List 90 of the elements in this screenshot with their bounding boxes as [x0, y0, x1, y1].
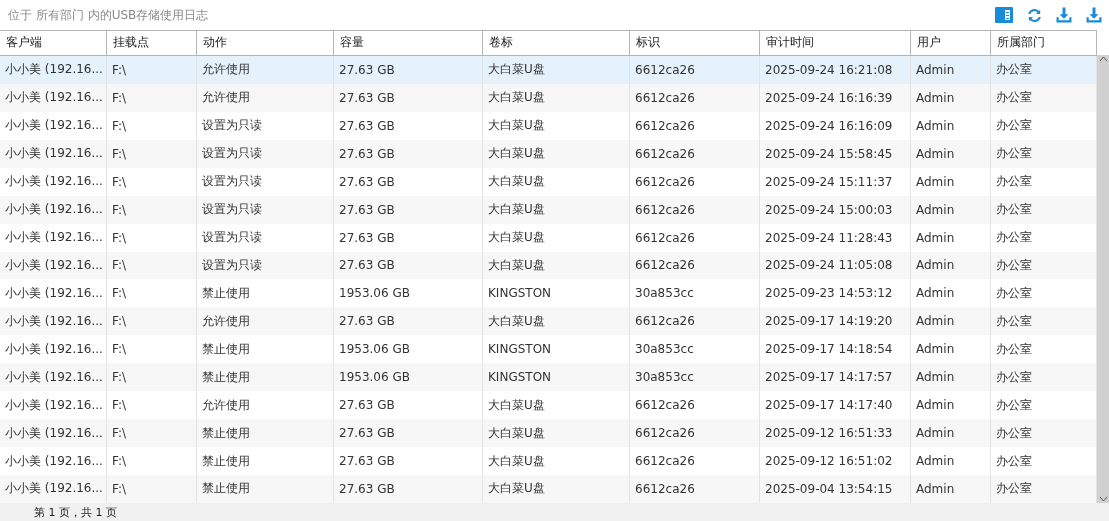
table-cell: 27.63 GB [334, 111, 483, 140]
table-cell: 27.63 GB [334, 55, 483, 84]
table-cell: 6612ca26 [630, 475, 760, 503]
table-cell: 大白菜U盘 [483, 167, 630, 196]
table-row[interactable]: 小小美 (192.16... F:\ 设置为只读 27.63 GB 大白菜U盘 6612ca26 2025-09-24 11:05:08 Admin 办公室 [0, 251, 1097, 280]
table-cell: 27.63 GB [334, 195, 483, 224]
column-header[interactable]: 标识 [630, 31, 760, 55]
table-cell: 小小美 (192.16... [0, 195, 107, 224]
panel-icon [995, 7, 1013, 23]
table-cell: 2025-09-24 15:58:45 [760, 139, 911, 168]
column-header[interactable]: 所属部门 [991, 31, 1097, 55]
download-icon [1085, 6, 1103, 24]
table-cell: 2025-09-04 13:54:15 [760, 475, 911, 503]
column-header[interactable]: 用户 [911, 31, 991, 55]
table-row[interactable]: 小小美 (192.16... F:\ 允许使用 27.63 GB 大白菜U盘 6612ca26 2025-09-17 14:19:20 Admin 办公室 [0, 307, 1097, 336]
column-header[interactable]: 容量 [334, 31, 483, 55]
table-cell: Admin [911, 83, 991, 112]
table-cell: Admin [911, 195, 991, 224]
table-cell: 27.63 GB [334, 139, 483, 168]
table-cell: 小小美 (192.16... [0, 139, 107, 168]
table-cell: 小小美 (192.16... [0, 83, 107, 112]
column-header[interactable]: 客户端 [0, 31, 107, 55]
table-cell: 27.63 GB [334, 223, 483, 252]
table-row[interactable]: 小小美 (192.16... F:\ 设置为只读 27.63 GB 大白菜U盘 6612ca26 2025-09-24 15:00:03 Admin 办公室 [0, 195, 1097, 224]
table-cell: 大白菜U盘 [483, 83, 630, 112]
page-title: 位于 所有部门 内的USB存储使用日志 [8, 6, 209, 24]
table-cell: 6612ca26 [630, 83, 760, 112]
table-cell: 大白菜U盘 [483, 195, 630, 224]
table-cell: F:\ [107, 111, 197, 140]
table-cell: 大白菜U盘 [483, 475, 630, 503]
table-cell: 设置为只读 [197, 139, 334, 168]
table-cell: 允许使用 [197, 55, 334, 84]
table-cell: 设置为只读 [197, 195, 334, 224]
page-info: 第 1 页，共 1 页 [34, 504, 117, 520]
table-cell: Admin [911, 111, 991, 140]
table-cell: 2025-09-24 16:16:39 [760, 83, 911, 112]
table-cell: 设置为只读 [197, 167, 334, 196]
table-cell: 设置为只读 [197, 111, 334, 140]
table-cell: F:\ [107, 83, 197, 112]
table-cell: Admin [911, 475, 991, 503]
table-cell: 2025-09-24 15:00:03 [760, 195, 911, 224]
table-cell: F:\ [107, 195, 197, 224]
table-cell: Admin [911, 139, 991, 168]
table-cell: 6612ca26 [630, 111, 760, 140]
table-cell: 27.63 GB [334, 475, 483, 503]
table-cell: 2025-09-24 11:28:43 [760, 223, 911, 252]
table-cell: 大白菜U盘 [483, 111, 630, 140]
table-row[interactable]: 小小美 (192.16... F:\ 允许使用 27.63 GB 大白菜U盘 6612ca26 2025-09-24 16:21:08 Admin 办公室 [0, 55, 1097, 84]
table-cell: Admin [911, 223, 991, 252]
table-cell: 6612ca26 [630, 167, 760, 196]
table-cell: 6612ca26 [630, 55, 760, 84]
table-cell: 小小美 (192.16... [0, 167, 107, 196]
table-cell: F:\ [107, 55, 197, 84]
table-row[interactable]: 小小美 (192.16... F:\ 允许使用 27.63 GB 大白菜U盘 6612ca26 2025-09-24 16:16:39 Admin 办公室 [0, 83, 1097, 112]
table-cell: 小小美 (192.16... [0, 55, 107, 84]
table-cell: 设置为只读 [197, 223, 334, 252]
table-cell: F:\ [107, 167, 197, 196]
download-icon [1055, 6, 1073, 24]
table-cell: 27.63 GB [334, 83, 483, 112]
refresh-icon [1025, 6, 1043, 24]
table-cell: 6612ca26 [630, 223, 760, 252]
table-cell: F:\ [107, 139, 197, 168]
table-row[interactable]: 小小美 (192.16... F:\ 禁止使用 27.63 GB 大白菜U盘 6612ca26 2025-09-12 16:51:33 Admin 办公室 [0, 419, 1097, 448]
table-cell: F:\ [107, 475, 197, 503]
table-row[interactable]: 小小美 (192.16... F:\ 禁止使用 1953.06 GB KINGSTON 30a853cc 2025-09-17 14:17:57 Admin 办公室 [0, 363, 1097, 392]
table-cell: F:\ [107, 223, 197, 252]
table-cell: 6612ca26 [630, 139, 760, 168]
table-row[interactable]: 小小美 (192.16... F:\ 禁止使用 27.63 GB 大白菜U盘 6612ca26 2025-09-04 13:54:15 Admin 办公室 [0, 475, 1097, 503]
table-cell: 小小美 (192.16... [0, 111, 107, 140]
scrollbar[interactable] [1097, 55, 1109, 503]
table-cell: 允许使用 [197, 83, 334, 112]
table-cell: Admin [911, 55, 991, 84]
column-header[interactable]: 审计时间 [760, 31, 911, 55]
table-cell: 大白菜U盘 [483, 223, 630, 252]
column-header[interactable]: 挂载点 [107, 31, 197, 55]
table-cell: Admin [911, 167, 991, 196]
table-cell: 2025-09-24 15:11:37 [760, 167, 911, 196]
table-cell: 禁止使用 [197, 475, 334, 503]
table-cell: 6612ca26 [630, 195, 760, 224]
table-row[interactable]: 小小美 (192.16... F:\ 设置为只读 27.63 GB 大白菜U盘 6612ca26 2025-09-24 15:58:45 Admin 办公室 [0, 139, 1097, 168]
table-cell: 大白菜U盘 [483, 139, 630, 168]
column-header[interactable]: 动作 [197, 31, 334, 55]
table-cell: 小小美 (192.16... [0, 223, 107, 252]
table-cell: 大白菜U盘 [483, 55, 630, 84]
table-cell: 2025-09-24 16:21:08 [760, 55, 911, 84]
column-header[interactable]: 卷标 [483, 31, 630, 55]
table-cell: 小小美 (192.16... [0, 475, 107, 503]
table-cell: 27.63 GB [334, 167, 483, 196]
panel-button[interactable] [993, 4, 1015, 26]
table-cell: 2025-09-24 16:16:09 [760, 111, 911, 140]
